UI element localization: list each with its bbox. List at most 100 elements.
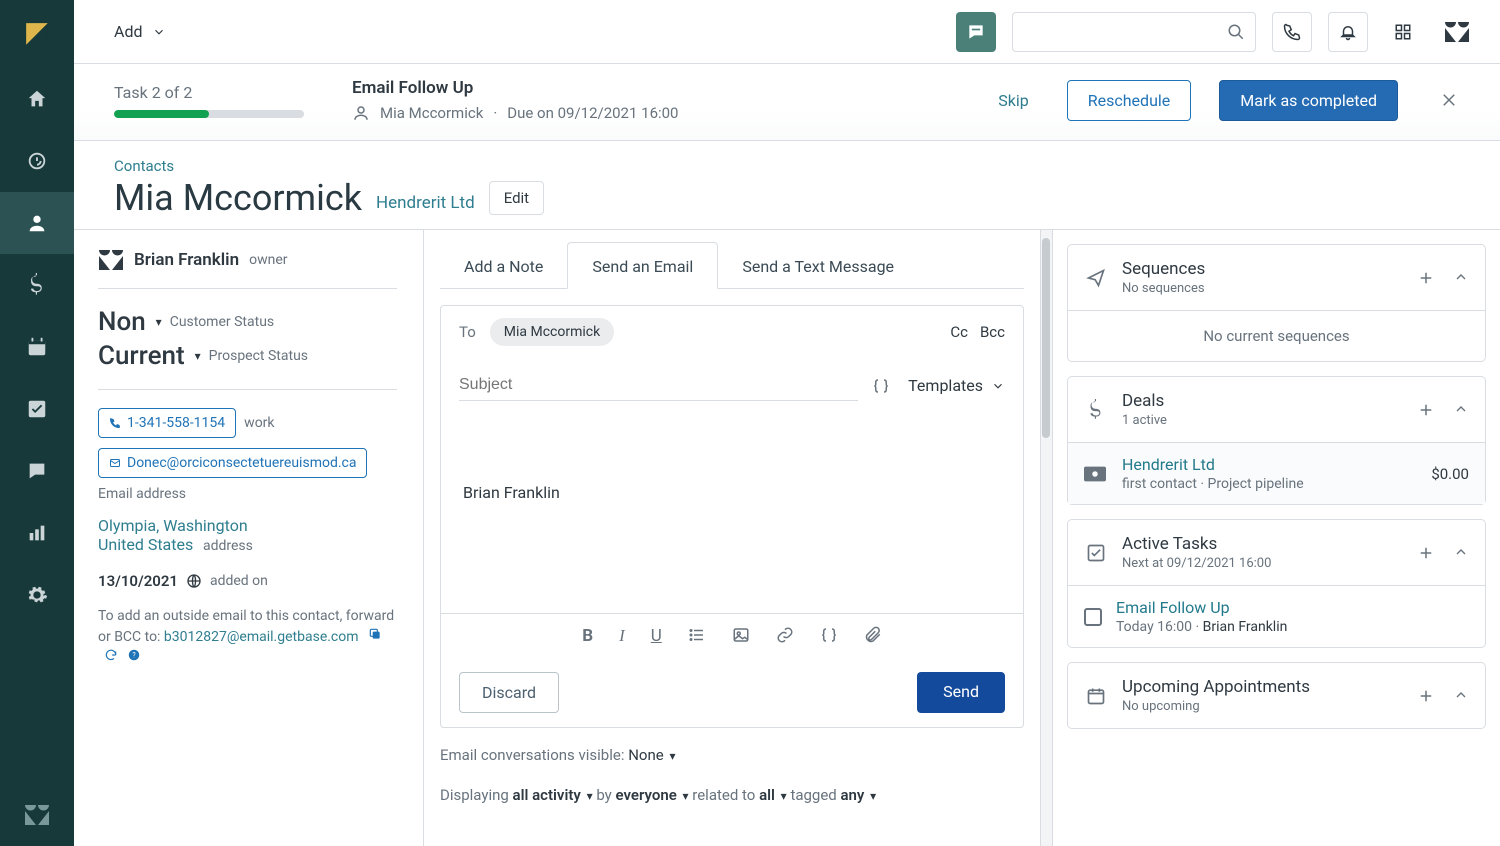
task-item[interactable]: Email Follow Up Today 16:00 · Brian Fran… [1068,585,1485,647]
notifications-button[interactable] [1328,12,1368,52]
customer-status[interactable]: Non ▾ Customer Status [98,307,397,337]
cc-toggle[interactable]: Cc [950,323,968,341]
filter-by[interactable]: everyone ▾ [616,786,689,804]
filter-activity[interactable]: all activity ▾ [513,786,593,804]
merge-fields-button[interactable] [820,626,838,646]
collapse-appointments[interactable] [1453,687,1469,705]
close-taskbar[interactable] [1426,85,1460,115]
filter-tagged[interactable]: any ▾ [840,786,876,804]
deal-item[interactable]: Hendrerit Ltd first contact · Project pi… [1068,442,1485,504]
nav-tasks[interactable] [0,378,74,440]
complete-button[interactable]: Mark as completed [1219,80,1398,121]
caret-down-icon: ▾ [195,349,201,363]
caret-down-icon: ▾ [156,315,162,329]
phone-icon [1283,23,1301,41]
visibility-row[interactable]: Email conversations visible: None ▾ [440,746,1024,764]
nav-calls[interactable] [0,130,74,192]
tab-send-text[interactable]: Send a Text Message [718,243,918,288]
calendar-icon [1084,686,1108,706]
nav-contacts[interactable] [0,192,74,254]
address-line2[interactable]: United States [98,535,193,554]
bcc-toggle[interactable]: Bcc [980,323,1005,341]
nav-chat[interactable] [0,440,74,502]
scroll-thumb[interactable] [1042,238,1050,438]
chevron-down-icon [152,25,166,39]
underline-button[interactable]: U [651,626,662,646]
deal-amount: $0.00 [1431,465,1469,483]
help-icon[interactable]: ? [127,648,141,662]
recipient-chip[interactable]: Mia Mccormick [490,318,614,346]
zendesk-icon [98,250,124,270]
address-line1[interactable]: Olympia, Washington [98,516,397,535]
email-composer: To Mia Mccormick Cc Bcc Templat [440,305,1024,728]
add-label: Add [114,22,142,41]
discard-button[interactable]: Discard [459,672,559,713]
company-link[interactable]: Hendrerit Ltd [376,193,475,213]
templates-dropdown[interactable]: Templates [908,376,1005,395]
task-counter: Task 2 of 2 [114,83,324,102]
tasks-card: Active Tasks Next at 09/12/2021 16:00 Em… [1067,519,1486,648]
attachment-button[interactable] [864,626,882,646]
format-toolbar: B I U [441,613,1023,658]
send-icon [1084,268,1108,288]
skip-button[interactable]: Skip [988,83,1038,118]
check-square-icon [1084,543,1108,563]
global-search[interactable] [1012,12,1256,52]
collapse-sequences[interactable] [1453,269,1469,287]
collapse-deals[interactable] [1453,401,1469,419]
filter-related[interactable]: all ▾ [759,786,787,804]
nav-reports[interactable] [0,502,74,564]
bold-button[interactable]: B [582,626,593,646]
add-dropdown[interactable]: Add [114,22,166,41]
phone-button[interactable] [1272,12,1312,52]
collapse-tasks[interactable] [1453,544,1469,562]
globe-icon [186,573,202,589]
scrollbar[interactable] [1040,230,1052,846]
prospect-status[interactable]: Current ▾ Prospect Status [98,341,397,371]
nav-home[interactable] [0,68,74,130]
owner-name: Brian Franklin [134,250,239,270]
nav-settings[interactable] [0,564,74,626]
breadcrumb[interactable]: Contacts [114,157,1460,175]
phone-pill[interactable]: 1-341-558-1154 [98,408,236,438]
apps-button[interactable] [1384,12,1422,52]
grid-icon [1394,23,1412,41]
edit-button[interactable]: Edit [489,181,544,215]
bcc-email-link[interactable]: b3012827@email.getbase.com [164,629,359,645]
email-body[interactable]: Brian Franklin [441,413,1023,613]
send-button[interactable]: Send [917,672,1005,713]
zendesk-logo[interactable] [1438,12,1476,52]
add-task[interactable] [1417,544,1435,562]
list-button[interactable] [688,626,706,646]
nav-calendar[interactable] [0,316,74,378]
subject-input[interactable] [459,370,858,401]
app-sidebar [0,0,74,846]
reschedule-button[interactable]: Reschedule [1067,80,1192,121]
merge-fields-icon[interactable] [872,377,890,395]
add-deal[interactable] [1417,401,1435,419]
close-icon [1440,91,1458,109]
copy-icon[interactable] [368,627,382,641]
tab-add-note[interactable]: Add a Note [440,243,567,288]
phone-icon [109,417,121,429]
add-sequence[interactable] [1417,269,1435,287]
activity-panel: Add a Note Send an Email Send a Text Mes… [424,230,1052,846]
chat-icon [966,22,986,42]
contact-details: Brian Franklin owner Non ▾ Customer Stat… [74,230,424,846]
link-button[interactable] [776,626,794,646]
zendesk-icon [1444,22,1470,42]
tab-send-email[interactable]: Send an Email [567,242,718,289]
bcc-note: To add an outside email to this contact,… [98,606,397,669]
nav-zendesk[interactable] [25,784,49,846]
task-checkbox[interactable] [1084,608,1102,626]
task-bar: Task 2 of 2 Email Follow Up Mia Mccormic… [74,64,1500,141]
image-button[interactable] [732,626,750,646]
email-pill[interactable]: Donec@orciconsectetuereuismod.ca [98,448,367,478]
italic-button[interactable]: I [619,626,625,646]
task-progress [114,110,304,118]
feedback-button[interactable] [956,12,996,52]
add-appointment[interactable] [1417,687,1435,705]
refresh-icon[interactable] [104,648,118,662]
app-logo[interactable] [0,0,74,68]
nav-deals[interactable] [0,254,74,316]
